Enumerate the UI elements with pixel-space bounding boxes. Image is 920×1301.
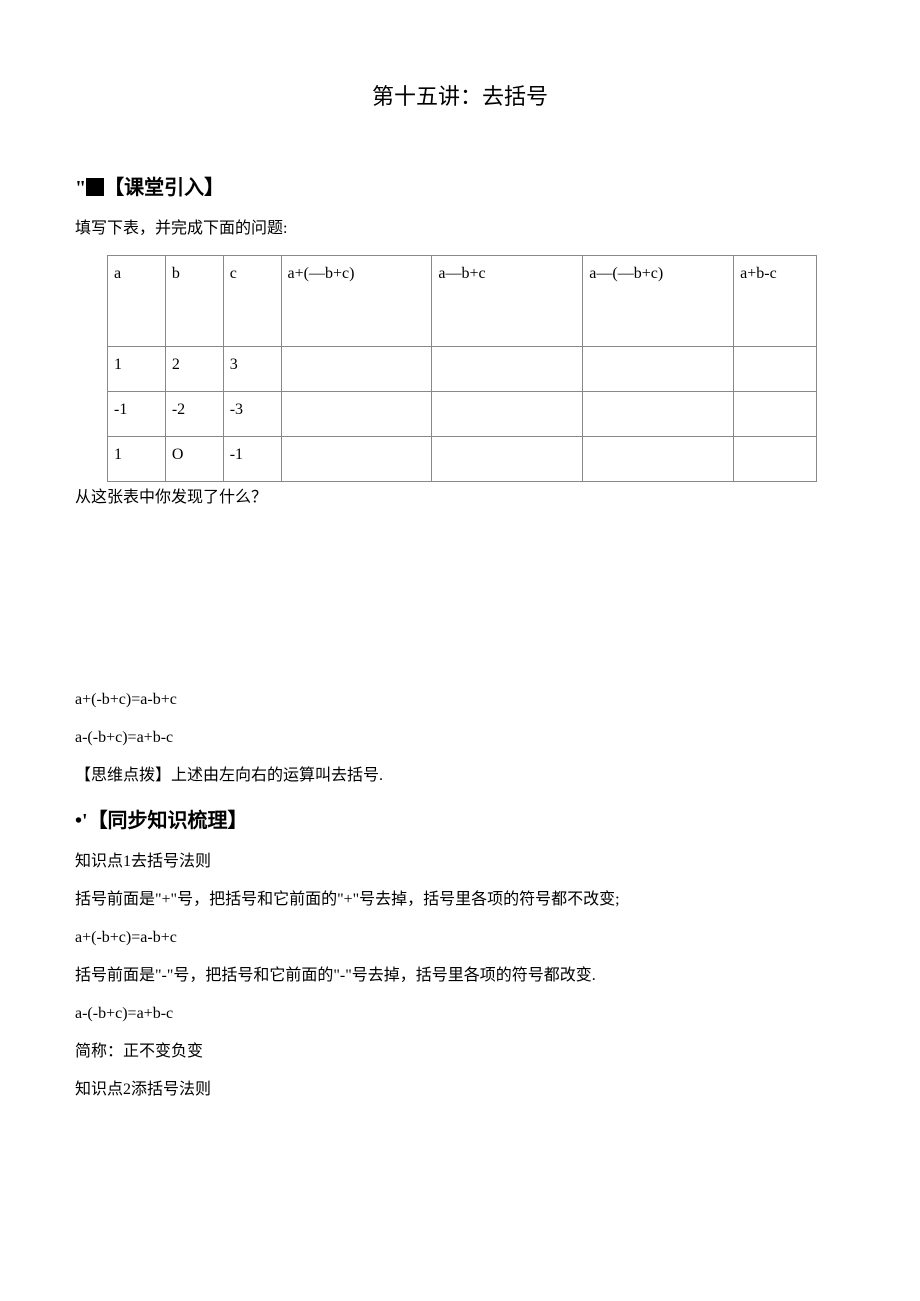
fill-table: a b c a+(—b+c) a—b+c a—(—b+c) a+b-c 1 2 … (107, 255, 817, 482)
th-g: a+b-c (734, 256, 817, 347)
table-row: 1 O -1 (108, 437, 817, 482)
cell[interactable]: 2 (165, 347, 223, 392)
section2-heading: •'【同步知识梳理】 (75, 806, 845, 836)
cell[interactable] (583, 392, 734, 437)
section1-intro: 填写下表，并完成下面的问题: (75, 217, 845, 241)
heading1-text: 【课堂引入】 (104, 177, 224, 199)
cell[interactable] (432, 392, 583, 437)
equation-2: a-(-b+c)=a+b-c (75, 726, 845, 750)
cell[interactable]: 3 (223, 347, 281, 392)
cell[interactable] (583, 347, 734, 392)
kp1-short: 简称：正不变负变 (75, 1040, 845, 1064)
cell[interactable] (432, 437, 583, 482)
th-b: b (165, 256, 223, 347)
kp1-eq1: a+(-b+c)=a-b+c (75, 926, 845, 950)
table-header-row: a b c a+(—b+c) a—b+c a—(—b+c) a+b-c (108, 256, 817, 347)
kp1-title: 知识点1去括号法则 (75, 850, 845, 874)
cell[interactable] (734, 392, 817, 437)
heading2-text: 【同步知识梳理】 (88, 810, 248, 832)
cell[interactable]: 1 (108, 347, 166, 392)
block-icon (86, 178, 104, 196)
cell[interactable]: -2 (165, 392, 223, 437)
cell[interactable]: -1 (108, 392, 166, 437)
heading2-prefix: •' (75, 810, 88, 832)
table-row: -1 -2 -3 (108, 392, 817, 437)
th-c: c (223, 256, 281, 347)
equation-1: a+(-b+c)=a-b+c (75, 688, 845, 712)
cell[interactable] (281, 437, 432, 482)
cell[interactable]: -3 (223, 392, 281, 437)
cell[interactable] (281, 392, 432, 437)
kp1-line1: 括号前面是"+"号，把括号和它前面的"+"号去掉，括号里各项的符号都不改变; (75, 888, 845, 912)
cell[interactable] (734, 437, 817, 482)
thinking-hint: 【思维点拨】上述由左向右的运算叫去括号. (75, 764, 845, 788)
cell[interactable] (583, 437, 734, 482)
table-row: 1 2 3 (108, 347, 817, 392)
cell[interactable]: O (165, 437, 223, 482)
heading1-prefix: " (75, 177, 86, 199)
page-title: 第十五讲：去括号 (75, 80, 845, 113)
kp1-eq2: a-(-b+c)=a+b-c (75, 1002, 845, 1026)
blank-space (75, 524, 845, 674)
section1-followup: 从这张表中你发现了什么？ (75, 486, 845, 510)
cell[interactable]: -1 (223, 437, 281, 482)
th-e: a—b+c (432, 256, 583, 347)
cell[interactable] (734, 347, 817, 392)
cell[interactable] (432, 347, 583, 392)
th-f: a—(—b+c) (583, 256, 734, 347)
kp2-title: 知识点2添括号法则 (75, 1078, 845, 1102)
th-a: a (108, 256, 166, 347)
section1-heading: " 【课堂引入】 (75, 173, 845, 203)
th-d: a+(—b+c) (281, 256, 432, 347)
kp1-line2: 括号前面是"-"号，把括号和它前面的"-"号去掉，括号里各项的符号都改变. (75, 964, 845, 988)
cell[interactable]: 1 (108, 437, 166, 482)
cell[interactable] (281, 347, 432, 392)
